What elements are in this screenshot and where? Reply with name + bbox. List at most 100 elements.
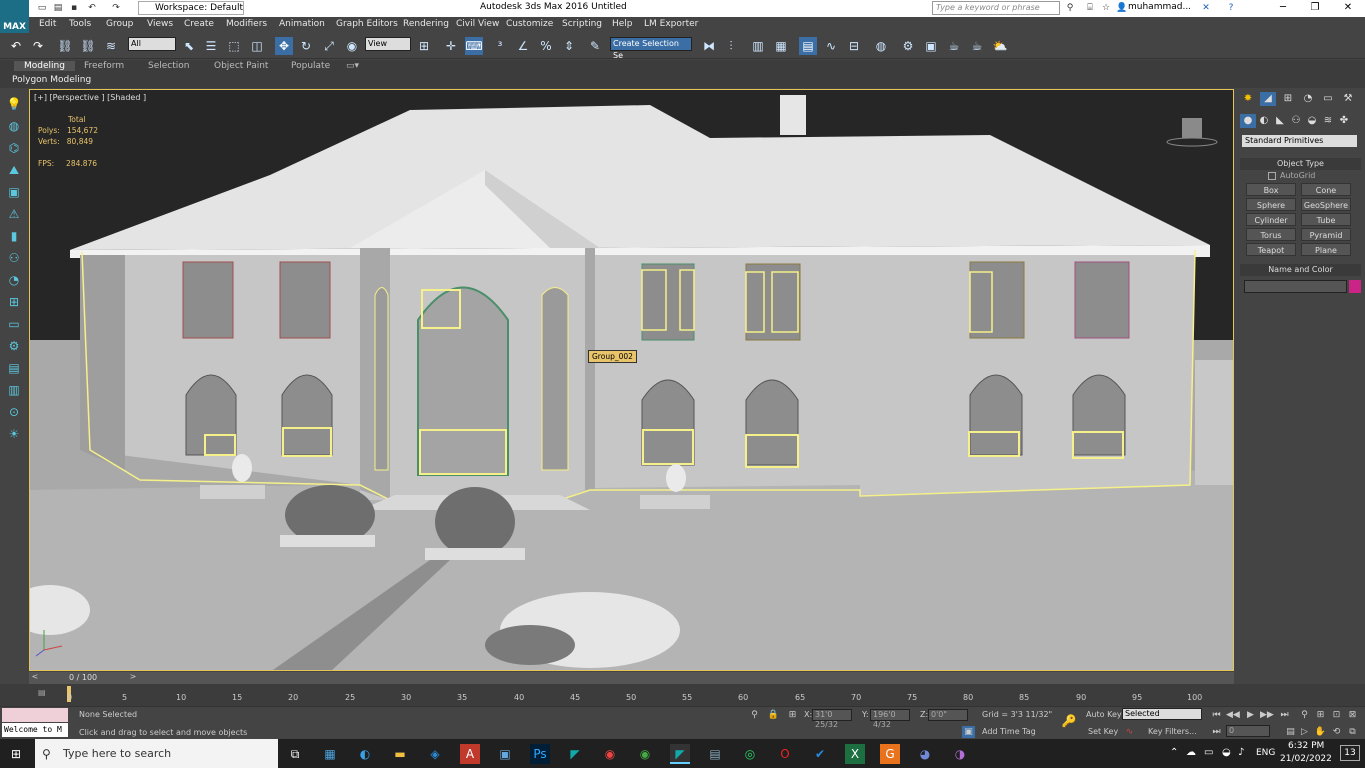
binoculars-icon[interactable]: ⚲ [1064, 2, 1076, 14]
select-object-icon[interactable]: ⬉ [180, 37, 198, 55]
shapes-icon[interactable]: ◐ [1256, 114, 1272, 128]
auto-key-button[interactable]: Auto Key [1086, 709, 1122, 721]
select-manipulate-icon[interactable]: ✛ [442, 37, 460, 55]
key-filter-curve-icon[interactable]: ∿ [1123, 726, 1136, 738]
user-icon[interactable]: 👤 [1116, 2, 1128, 14]
window-crossing-icon[interactable]: ◫ [248, 37, 266, 55]
sketchup-app-icon[interactable]: ◈ [425, 744, 445, 764]
spinner-snap-icon[interactable]: ⇕ [560, 37, 578, 55]
communication-icon[interactable]: ⌸ [1084, 2, 1096, 14]
pivot-center-icon[interactable]: ⊞ [415, 37, 433, 55]
sphere-icon[interactable]: ◍ [6, 118, 22, 134]
time-tag-icon[interactable]: ▣ [962, 726, 975, 738]
viewport-label[interactable]: [+] [Perspective ] [Shaded ] [34, 93, 146, 102]
scene-explorer-icon[interactable]: ▤ [799, 37, 817, 55]
menu-group[interactable]: Group [106, 19, 133, 29]
time-slider-next-icon[interactable]: > [127, 672, 139, 684]
spacewarps-icon[interactable]: ≋ [1320, 114, 1336, 128]
torus-button[interactable]: Torus [1246, 228, 1296, 241]
box-button[interactable]: Box [1246, 183, 1296, 196]
geosphere-button[interactable]: GeoSphere [1301, 198, 1351, 211]
shape-icon[interactable]: ⌬ [6, 140, 22, 156]
discord-app-icon[interactable]: ◕ [915, 744, 935, 764]
play-icon[interactable]: ▶ [1244, 709, 1257, 721]
teapot-button[interactable]: Teapot [1246, 243, 1296, 256]
unlink-icon[interactable]: ⛓ [79, 37, 97, 55]
mini-curve-editor-icon[interactable]: ▤ [38, 688, 50, 698]
sphere-button[interactable]: Sphere [1246, 198, 1296, 211]
redo-icon[interactable]: ↷ [29, 37, 47, 55]
tab-freeform[interactable]: Freeform [84, 61, 124, 71]
z-coordinate-field[interactable]: 0'0" [928, 709, 968, 721]
select-by-name-icon[interactable]: ☰ [202, 37, 220, 55]
battery-icon[interactable]: ▭ [1204, 747, 1213, 758]
mirror-icon[interactable]: ⧓ [700, 37, 718, 55]
geometry-icon[interactable]: ● [1240, 114, 1256, 128]
lights-icon[interactable]: ◣ [1272, 114, 1288, 128]
reference-coordinate-dropdown[interactable]: View [365, 37, 411, 51]
snaps-toggle-icon[interactable]: ³ [491, 37, 509, 55]
menu-lm-exporter[interactable]: LM Exporter [644, 19, 698, 29]
rendered-frame-window-icon[interactable]: ▣ [922, 37, 940, 55]
workspace-dropdown[interactable]: Workspace: Default [138, 1, 244, 15]
menu-modifiers[interactable]: Modifiers [226, 19, 267, 29]
menu-tools[interactable]: Tools [69, 19, 91, 29]
user-name[interactable]: muhammad... [1128, 2, 1191, 12]
modify-tab-icon[interactable]: ◢ [1260, 92, 1276, 106]
edge-app-icon[interactable]: ◐ [355, 744, 375, 764]
select-and-scale-icon[interactable]: ⤢ [320, 37, 338, 55]
media-app-icon[interactable]: ◑ [950, 744, 970, 764]
primitive-category-dropdown[interactable]: Standard Primitives [1242, 135, 1357, 147]
cylinder-button[interactable]: Cylinder [1246, 213, 1296, 226]
hierarchy-tab-icon[interactable]: ⊞ [1280, 92, 1296, 106]
menu-help[interactable]: Help [612, 19, 633, 29]
orbit-icon[interactable]: ⟲ [1330, 726, 1343, 738]
3dsmax-app-icon[interactable]: ◤ [565, 744, 585, 764]
clock-time[interactable]: 6:32 PM [1288, 741, 1324, 751]
close-session-icon[interactable]: ✕ [1200, 2, 1212, 14]
polygon-modeling-label[interactable]: Polygon Modeling [12, 75, 91, 85]
absolute-mode-icon[interactable]: ⊞ [786, 709, 799, 721]
menu-scripting[interactable]: Scripting [562, 19, 602, 29]
key-mode-dropdown[interactable]: Selected [1122, 708, 1202, 720]
time-slider-prev-icon[interactable]: < [29, 672, 41, 684]
maximize-icon[interactable]: ❐ [1300, 0, 1330, 17]
render-iterative-icon[interactable]: ☕ [968, 37, 986, 55]
chrome-profile-app-icon[interactable]: ◉ [635, 744, 655, 764]
orbit-icon[interactable]: ⊙ [6, 404, 22, 420]
clock-date[interactable]: 21/02/2022 [1280, 754, 1332, 764]
link-icon[interactable]: ⛓ [56, 37, 74, 55]
selection-lock-icon[interactable]: 🔒 [767, 709, 780, 721]
close-icon[interactable]: ✕ [1333, 0, 1363, 17]
zoom-icon[interactable]: ⚲ [1298, 709, 1311, 721]
opera-app-icon[interactable]: O [775, 744, 795, 764]
ribbon-options-icon[interactable]: ▭▾ [346, 61, 359, 71]
camera-icon[interactable]: ⛰ [6, 162, 22, 178]
align-icon[interactable]: ⫶ [722, 37, 740, 55]
autocad-app-icon[interactable]: A [460, 744, 480, 764]
menu-graph-editors[interactable]: Graph Editors [336, 19, 398, 29]
notepad-app-icon[interactable]: ▤ [705, 744, 725, 764]
tab-modeling[interactable]: Modeling [14, 61, 75, 71]
systems-icon[interactable]: ✤ [1336, 114, 1352, 128]
revit-app-icon[interactable]: ▣ [495, 744, 515, 764]
network-icon[interactable]: ◒ [1222, 747, 1231, 758]
hierarchy-icon[interactable]: ⚇ [6, 250, 22, 266]
menu-edit[interactable]: Edit [39, 19, 56, 29]
current-frame-field[interactable]: 0 [1226, 725, 1270, 737]
display-tab-icon[interactable]: ▭ [1320, 92, 1336, 106]
create-tab-icon[interactable]: ✸ [1240, 92, 1256, 106]
helpers-icon[interactable]: ◒ [1304, 114, 1320, 128]
whatsapp-app-icon[interactable]: ◎ [740, 744, 760, 764]
perspective-viewport[interactable]: [+] [Perspective ] [Shaded ] Total Polys… [29, 89, 1234, 671]
zoom-extents-all-icon[interactable]: ⊠ [1346, 709, 1359, 721]
motion-tab-icon[interactable]: ◔ [1300, 92, 1316, 106]
onedrive-icon[interactable]: ☁ [1186, 747, 1196, 758]
menu-customize[interactable]: Customize [506, 19, 553, 29]
render-production-icon[interactable]: ☕ [945, 37, 963, 55]
object-type-header[interactable]: Object Type [1240, 158, 1361, 170]
g-app-icon[interactable]: G [880, 744, 900, 764]
light-icon[interactable]: 💡 [6, 96, 22, 112]
toggle-ribbon-icon[interactable]: ▦ [772, 37, 790, 55]
menu-animation[interactable]: Animation [279, 19, 325, 29]
